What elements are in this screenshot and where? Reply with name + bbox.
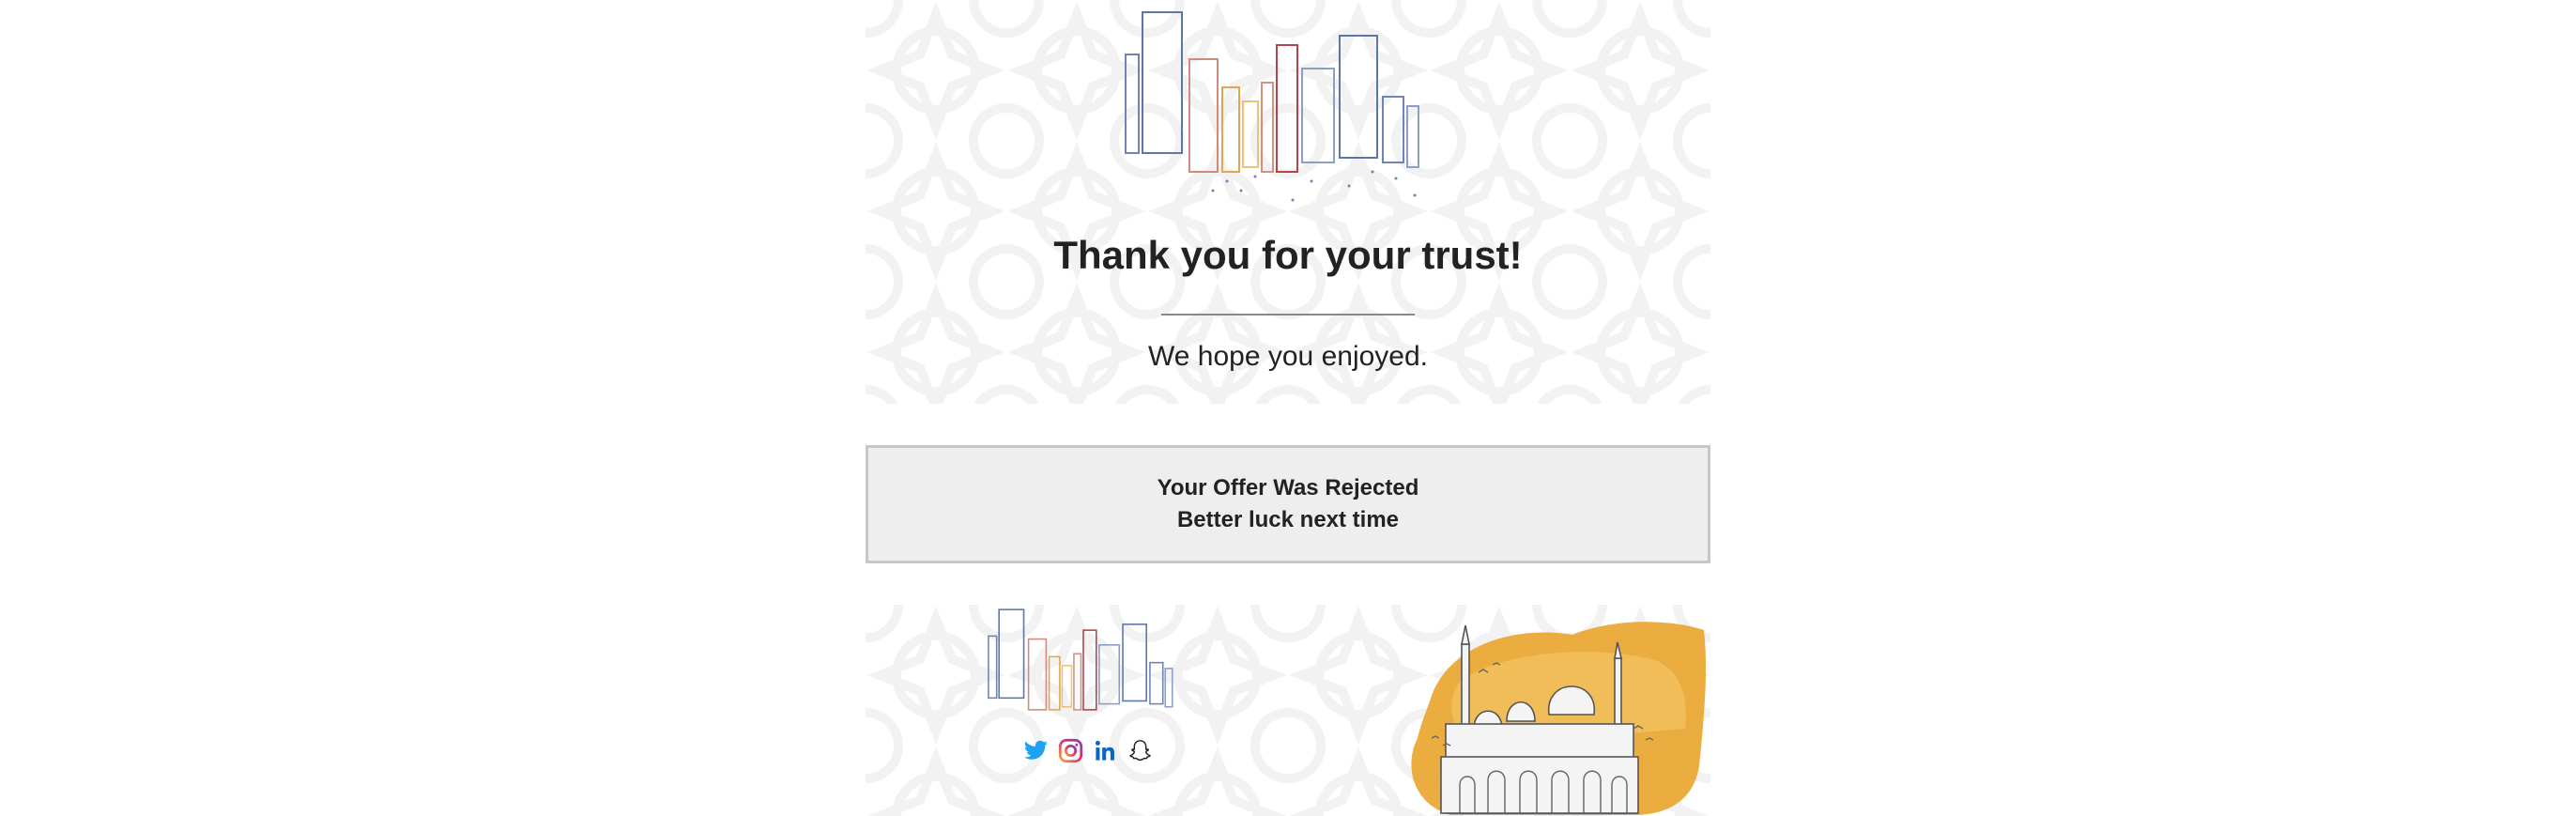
footer-city-skyline-logo (988, 608, 1173, 711)
footer-section (866, 605, 1710, 816)
email-container: Thank you for your trust! We hope you en… (866, 0, 1710, 816)
mosque-illustration (1411, 622, 1707, 815)
snapchat-icon[interactable] (1127, 738, 1153, 763)
page-subtitle: We hope you enjoyed. (1148, 341, 1428, 372)
page-title: Thank you for your trust! (1053, 233, 1523, 277)
offer-status-box: Your Offer Was Rejected Better luck next… (866, 445, 1710, 563)
social-links (1023, 738, 1153, 763)
offer-status-message: Better luck next time (1176, 507, 1400, 532)
instagram-icon[interactable] (1058, 738, 1083, 763)
linkedin-icon[interactable] (1093, 738, 1118, 763)
city-skyline-logo (1125, 11, 1419, 202)
title-divider (1161, 314, 1415, 316)
offer-status-title: Your Offer Was Rejected (1157, 475, 1419, 500)
twitter-icon[interactable] (1023, 738, 1049, 763)
header-section: Thank you for your trust! We hope you en… (866, 0, 1710, 404)
